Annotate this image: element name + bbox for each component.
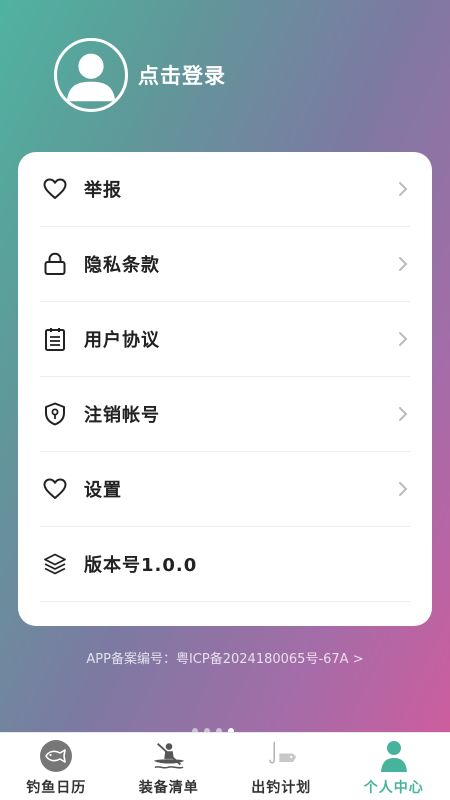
menu-item-version: 版本号1.0.0 bbox=[40, 527, 410, 602]
icp-record-link[interactable]: APP备案编号：粤ICP备2024180065号-67A > bbox=[0, 648, 450, 667]
menu-item-label: 用户协议 bbox=[84, 330, 160, 351]
person-icon bbox=[377, 739, 411, 773]
version-label: 版本号1.0.0 bbox=[84, 555, 198, 576]
tab-fishing-calendar[interactable]: 钓鱼日历 bbox=[0, 733, 113, 800]
user-avatar-icon bbox=[66, 53, 116, 102]
tab-personal-center[interactable]: 个人中心 bbox=[338, 733, 450, 800]
tab-equipment-list[interactable]: 装备清单 bbox=[113, 733, 226, 800]
fish-icon bbox=[39, 739, 73, 773]
menu-item-label: 隐私条款 bbox=[84, 255, 160, 276]
avatar[interactable] bbox=[54, 38, 128, 112]
shield-icon bbox=[42, 401, 68, 427]
menu-item-label: 注销帐号 bbox=[84, 405, 160, 426]
menu-card: 举报 隐私条款 用户协议 注销帐号 设置 版本号1.0.0 bbox=[18, 152, 432, 626]
menu-item-user-agreement[interactable]: 用户协议 bbox=[40, 302, 410, 377]
chevron-right-icon bbox=[399, 407, 408, 421]
tab-label: 个人中心 bbox=[363, 780, 424, 796]
chevron-right-icon bbox=[399, 482, 408, 496]
menu-item-privacy[interactable]: 隐私条款 bbox=[40, 227, 410, 302]
menu-item-label: 设置 bbox=[84, 480, 122, 501]
document-icon bbox=[42, 326, 68, 352]
chevron-right-icon bbox=[399, 257, 408, 271]
fishhook-icon bbox=[264, 739, 298, 773]
bottom-tab-bar: 钓鱼日历 装备清单 出钓计划 个人中心 bbox=[0, 732, 450, 800]
tab-label: 装备清单 bbox=[138, 780, 199, 796]
lock-icon bbox=[42, 251, 68, 277]
login-label[interactable]: 点击登录 bbox=[138, 60, 226, 90]
menu-item-report[interactable]: 举报 bbox=[40, 152, 410, 227]
layers-icon bbox=[42, 551, 68, 577]
profile-header[interactable]: 点击登录 bbox=[54, 38, 226, 112]
chevron-right-icon bbox=[399, 332, 408, 346]
screen: 点击登录 举报 隐私条款 用户协议 注销帐号 设置 版本号1.0.0 APP备案… bbox=[0, 0, 450, 800]
menu-item-delete-account[interactable]: 注销帐号 bbox=[40, 377, 410, 452]
menu-item-settings[interactable]: 设置 bbox=[40, 452, 410, 527]
tab-fishing-plan[interactable]: 出钓计划 bbox=[225, 733, 338, 800]
menu-item-label: 举报 bbox=[84, 180, 122, 201]
heart-icon bbox=[42, 476, 68, 502]
tab-label: 钓鱼日历 bbox=[26, 780, 87, 796]
chevron-right-icon bbox=[399, 182, 408, 196]
kayak-icon bbox=[152, 739, 186, 773]
heart-icon bbox=[42, 176, 68, 202]
tab-label: 出钓计划 bbox=[251, 780, 312, 796]
